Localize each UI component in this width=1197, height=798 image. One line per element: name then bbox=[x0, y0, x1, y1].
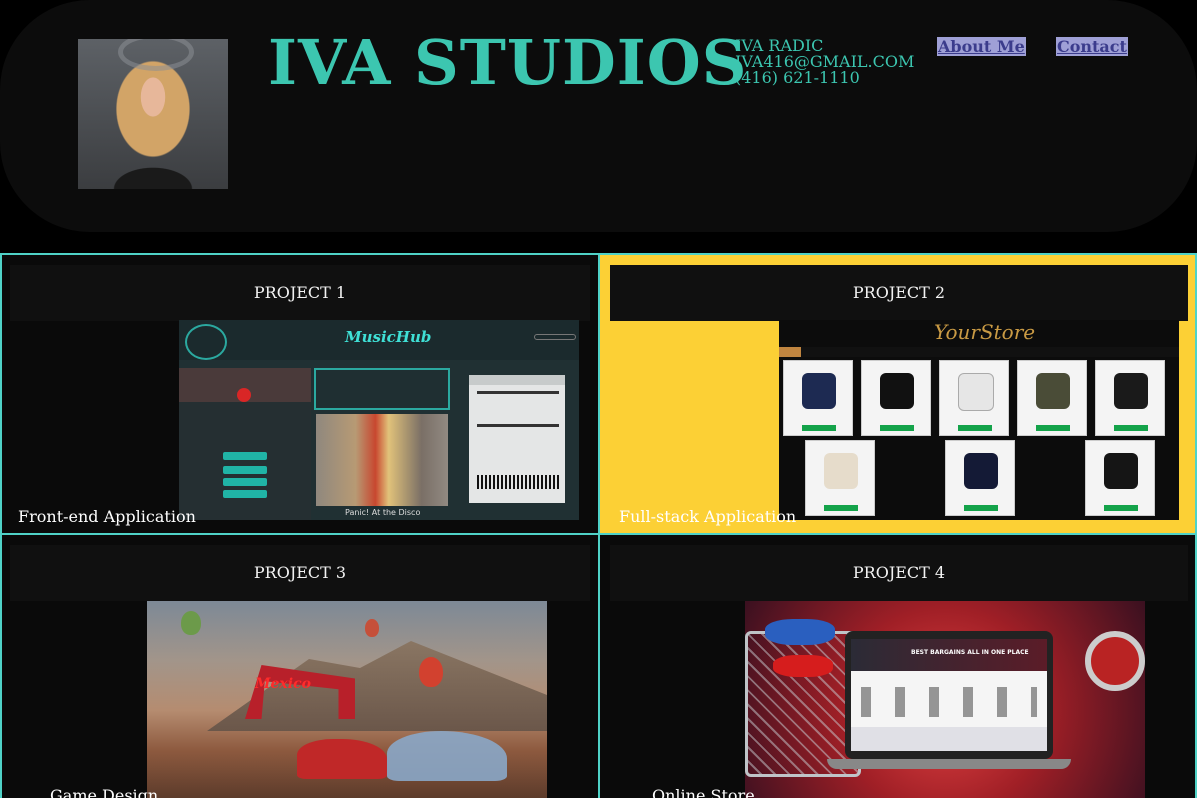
play-icon bbox=[237, 388, 251, 402]
project-card-3[interactable]: PROJECT 3 Mexico Game Design bbox=[0, 533, 600, 798]
avatar bbox=[78, 39, 228, 189]
thumbnail-title: MusicHub bbox=[345, 328, 432, 346]
project-card-4[interactable]: PROJECT 4 BEST BARGAINS ALL IN ONE PLACE… bbox=[598, 533, 1197, 798]
project-title: PROJECT 2 bbox=[610, 265, 1188, 321]
project-label: Front-end Application bbox=[18, 507, 196, 526]
owner-phone: (416) 621-1110 bbox=[735, 68, 860, 87]
thumbnail-caption: Panic! At the Disco bbox=[345, 508, 421, 517]
project-label: Game Design bbox=[50, 786, 159, 798]
project-label: Full-stack Application bbox=[619, 507, 797, 526]
logo-icon bbox=[185, 324, 227, 360]
project-thumbnail[interactable]: YourStore bbox=[779, 320, 1179, 520]
project-thumbnail[interactable]: Mexico bbox=[147, 601, 547, 798]
project-card-2[interactable]: PROJECT 2 YourStore Full-stack Applicati… bbox=[598, 253, 1197, 535]
nav-about-me[interactable]: About Me bbox=[937, 37, 1026, 56]
search-icon bbox=[534, 334, 576, 340]
cart-icon bbox=[745, 631, 861, 777]
thumbnail-title: Mexico bbox=[255, 676, 311, 692]
project-label: Online Store bbox=[652, 786, 755, 798]
project-thumbnail[interactable]: BEST BARGAINS ALL IN ONE PLACE bbox=[745, 601, 1145, 798]
project-title: PROJECT 1 bbox=[10, 265, 590, 321]
thumbnail-title: YourStore bbox=[934, 320, 1036, 344]
project-thumbnail[interactable]: MusicHub Panic! At the Disco bbox=[179, 320, 579, 520]
project-title: PROJECT 4 bbox=[610, 545, 1188, 601]
brand-title: IVA STUDIOS bbox=[268, 26, 748, 99]
project-card-1[interactable]: PROJECT 1 MusicHub Panic! At the Disco F… bbox=[0, 253, 600, 535]
thumbnail-title: BEST BARGAINS ALL IN ONE PLACE bbox=[911, 649, 1029, 656]
project-title: PROJECT 3 bbox=[10, 545, 590, 601]
contact-info: IVA RADIC IVA416@GMAIL.COM (416) 621-111… bbox=[735, 38, 914, 86]
nav-contact[interactable]: Contact bbox=[1056, 37, 1128, 56]
header: IVA STUDIOS IVA RADIC IVA416@GMAIL.COM (… bbox=[0, 0, 1197, 232]
